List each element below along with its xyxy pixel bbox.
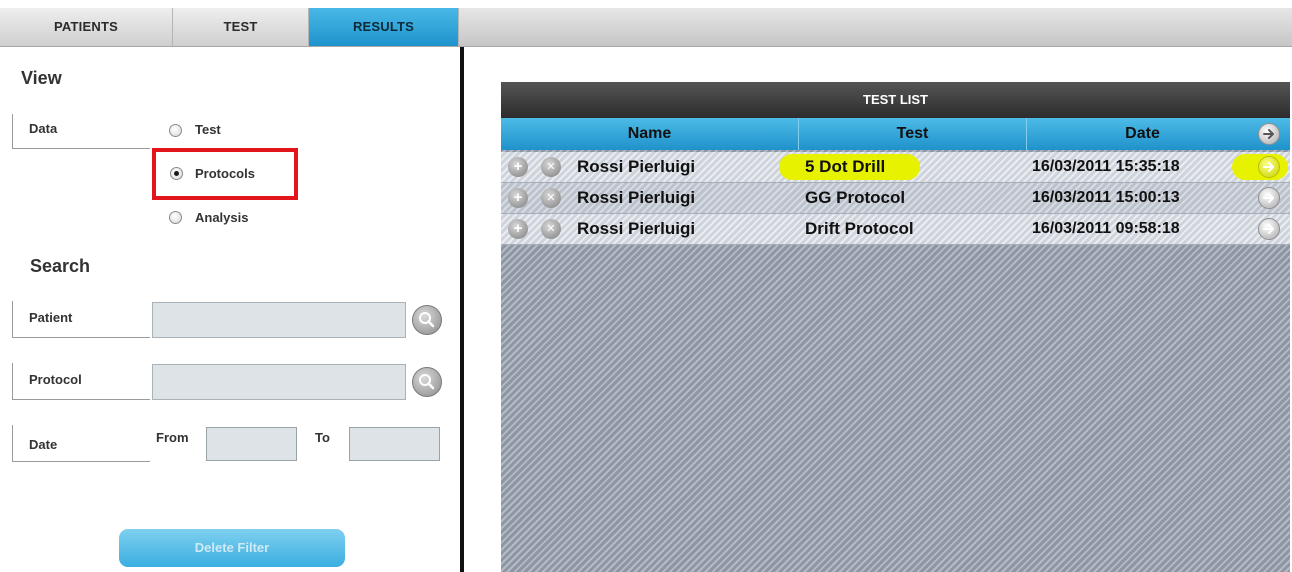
test-list-panel: TEST LIST Name Test Date + ✕ Rossi Pierl…: [501, 82, 1290, 572]
x-circle-icon[interactable]: ✕: [541, 188, 561, 208]
tab-test[interactable]: TEST: [173, 8, 309, 46]
arrow-right-icon: [1263, 224, 1274, 234]
test-list-title: TEST LIST: [501, 82, 1290, 118]
view-title: View: [21, 68, 62, 88]
row-test: 5 Dot Drill: [805, 157, 886, 176]
radio-protocols-label[interactable]: Protocols: [195, 166, 255, 181]
column-header-row: Name Test Date: [501, 118, 1290, 150]
radio-analysis[interactable]: [169, 211, 182, 224]
table-row[interactable]: + ✕ Rossi Pierluigi Drift Protocol 16/03…: [501, 214, 1290, 245]
data-label: Data: [29, 121, 58, 136]
panel-divider: [460, 47, 464, 572]
to-label: To: [315, 430, 330, 445]
open-row-button[interactable]: [1258, 218, 1280, 240]
arrow-right-icon: [1263, 129, 1274, 139]
patient-label: Patient: [29, 310, 73, 325]
row-test: GG Protocol: [805, 188, 906, 207]
row-name: Rossi Pierluigi: [577, 219, 696, 238]
radio-test-label[interactable]: Test: [195, 122, 221, 137]
protocol-search-button[interactable]: [412, 367, 442, 397]
table-row[interactable]: + ✕ Rossi Pierluigi GG Protocol 16/03/20…: [501, 183, 1290, 214]
search-title: Search: [30, 256, 91, 276]
table-row[interactable]: + ✕ Rossi Pierluigi 5 Dot Drill 16/03/20…: [501, 152, 1290, 183]
patient-search-button[interactable]: [412, 305, 442, 335]
column-date[interactable]: Date: [1027, 118, 1258, 150]
top-tab-bar: PATIENTS TEST RESULTS: [0, 8, 1292, 47]
plus-circle-icon[interactable]: +: [508, 219, 528, 239]
magnifier-icon: [419, 312, 435, 328]
magnifier-icon: [419, 374, 435, 390]
column-name[interactable]: Name: [501, 118, 799, 150]
date-from-input[interactable]: [206, 427, 297, 461]
row-name: Rossi Pierluigi: [577, 188, 696, 207]
delete-filter-button[interactable]: Delete Filter: [119, 529, 345, 567]
open-row-button[interactable]: [1258, 187, 1280, 209]
tab-results[interactable]: RESULTS: [309, 8, 459, 46]
row-date: 16/03/2011 15:00:13: [1032, 189, 1180, 206]
from-label: From: [156, 430, 189, 445]
header-arrow-button[interactable]: [1258, 123, 1280, 145]
row-date: 16/03/2011 09:58:18: [1032, 220, 1180, 237]
tab-patients[interactable]: PATIENTS: [0, 8, 173, 46]
x-circle-icon[interactable]: ✕: [541, 157, 561, 177]
row-name: Rossi Pierluigi: [577, 157, 696, 176]
date-to-input[interactable]: [349, 427, 440, 461]
radio-test[interactable]: [169, 124, 182, 137]
protocol-search-input[interactable]: [152, 364, 406, 400]
arrow-right-icon: [1263, 193, 1274, 203]
plus-circle-icon[interactable]: +: [508, 188, 528, 208]
arrow-right-icon: [1263, 162, 1274, 172]
open-row-button[interactable]: [1258, 156, 1280, 178]
protocol-label: Protocol: [29, 372, 82, 387]
x-circle-icon[interactable]: ✕: [541, 219, 561, 239]
row-date: 16/03/2011 15:35:18: [1032, 158, 1180, 175]
row-test: Drift Protocol: [805, 219, 914, 238]
date-label: Date: [29, 437, 58, 452]
radio-protocols[interactable]: [170, 167, 183, 180]
column-test[interactable]: Test: [799, 118, 1027, 150]
patient-search-input[interactable]: [152, 302, 406, 338]
plus-circle-icon[interactable]: +: [508, 157, 528, 177]
radio-analysis-label[interactable]: Analysis: [195, 210, 248, 225]
